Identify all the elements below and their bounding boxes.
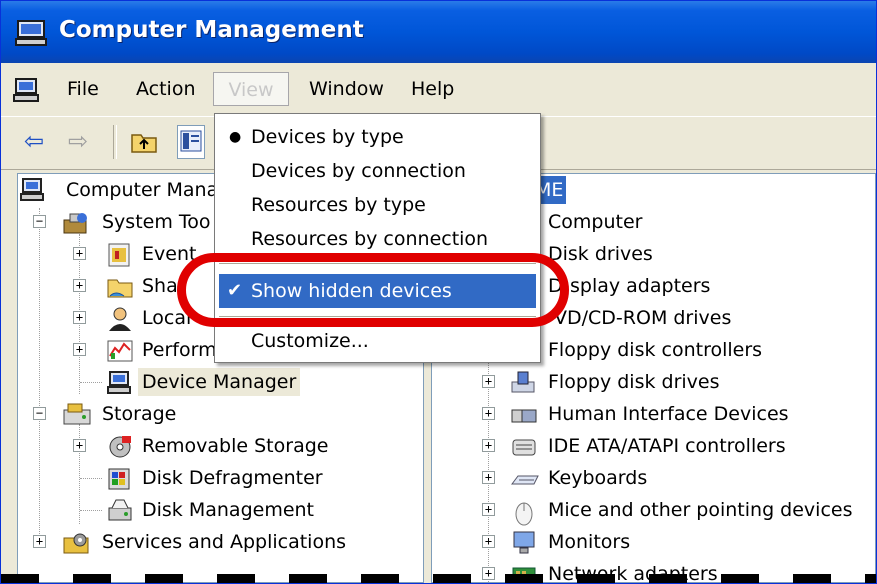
expand-icon[interactable]: + bbox=[482, 439, 495, 452]
tree-connector bbox=[80, 382, 102, 383]
tree-label: Services and Applications bbox=[102, 531, 347, 553]
menu-item-devices-by-connection[interactable]: Devices by connection bbox=[215, 154, 540, 188]
tree-label: splay adapters bbox=[570, 275, 711, 297]
menu-window[interactable]: Window bbox=[297, 72, 396, 106]
toolbar-separator bbox=[113, 125, 117, 159]
tree-label: Disk Management bbox=[142, 499, 315, 521]
mouse-icon bbox=[510, 498, 538, 534]
menu-action[interactable]: Action bbox=[124, 72, 208, 106]
tree-connector bbox=[39, 208, 40, 548]
window-title: Computer Management bbox=[59, 17, 364, 43]
users-icon bbox=[106, 306, 134, 340]
tree-label: System Too bbox=[102, 211, 211, 233]
tree-label: Keyboards bbox=[548, 467, 648, 489]
title-bar[interactable]: Computer Management bbox=[1, 1, 876, 63]
expand-icon[interactable]: + bbox=[73, 311, 86, 324]
expand-icon[interactable]: + bbox=[482, 503, 495, 516]
device-manager-icon bbox=[106, 370, 134, 404]
tree-label: Storage bbox=[102, 403, 177, 425]
expand-icon[interactable]: + bbox=[482, 535, 495, 548]
show-hide-tree-icon[interactable] bbox=[177, 125, 205, 159]
event-viewer-icon bbox=[106, 242, 132, 276]
expand-icon[interactable]: + bbox=[33, 535, 46, 548]
torn-edge-border bbox=[1, 574, 876, 583]
computer-icon bbox=[20, 178, 46, 210]
computer-management-icon bbox=[15, 19, 49, 51]
expand-icon[interactable]: + bbox=[73, 343, 86, 356]
expand-icon[interactable]: + bbox=[73, 279, 86, 292]
tree-label: Mice and other pointing devices bbox=[548, 499, 853, 521]
expand-icon[interactable]: + bbox=[73, 439, 86, 452]
removable-storage-icon bbox=[106, 434, 134, 468]
expand-icon[interactable]: + bbox=[482, 375, 495, 388]
menu-item-label: Customize... bbox=[251, 330, 369, 352]
disk-defragmenter-icon bbox=[106, 466, 134, 500]
menu-item-devices-by-type[interactable]: ● Devices by type bbox=[215, 120, 540, 154]
tree-label: IDE ATA/ATAPI controllers bbox=[548, 435, 786, 457]
computer-management-window: Computer Management File Action View Win… bbox=[0, 0, 877, 584]
tree-label: Monitors bbox=[548, 531, 631, 553]
tree-label: Sha bbox=[142, 275, 178, 297]
tree-label-selected: Device Manager bbox=[138, 368, 301, 396]
tree-connector bbox=[80, 510, 102, 511]
tree-label: Removable Storage bbox=[142, 435, 329, 457]
menu-item-resources-by-type[interactable]: Resources by type bbox=[215, 188, 540, 222]
menu-item-label: Resources by connection bbox=[251, 228, 489, 250]
monitor-icon bbox=[510, 530, 538, 564]
expand-icon[interactable]: + bbox=[482, 407, 495, 420]
disk-management-icon bbox=[106, 498, 134, 532]
tree-label: Human Interface Devices bbox=[548, 403, 789, 425]
storage-icon bbox=[62, 402, 92, 436]
system-menu-icon[interactable] bbox=[13, 77, 41, 107]
tree-label: VD/CD-ROM drives bbox=[554, 307, 732, 329]
tree-label: Computer Manag bbox=[66, 179, 231, 201]
services-icon bbox=[62, 530, 92, 564]
tree-label: Computer bbox=[548, 211, 643, 233]
expand-icon[interactable]: + bbox=[73, 247, 86, 260]
menu-help[interactable]: Help bbox=[399, 72, 466, 106]
menu-item-resources-by-connection[interactable]: Resources by connection bbox=[215, 222, 540, 256]
hid-icon bbox=[510, 402, 538, 436]
up-level-icon[interactable] bbox=[129, 125, 159, 157]
ide-controller-icon bbox=[510, 434, 538, 468]
forward-icon[interactable]: ⇨ bbox=[63, 125, 93, 157]
performance-icon bbox=[106, 338, 134, 372]
bullet-icon: ● bbox=[229, 129, 242, 145]
tree-label: Disk Defragmenter bbox=[142, 467, 323, 489]
menu-item-label: Devices by connection bbox=[251, 160, 466, 182]
tree-connector bbox=[80, 478, 102, 479]
back-icon[interactable]: ⇦ bbox=[19, 125, 49, 157]
menu-file[interactable]: File bbox=[55, 72, 111, 106]
tree-label: Floppy disk drives bbox=[548, 371, 720, 393]
tree-label: Floppy disk controllers bbox=[548, 339, 763, 361]
menu-item-label: Resources by type bbox=[251, 194, 426, 216]
menu-item-label: Devices by type bbox=[251, 126, 404, 148]
menu-bar: File Action View Window Help bbox=[1, 63, 876, 115]
expand-icon[interactable]: + bbox=[482, 471, 495, 484]
collapse-icon[interactable]: − bbox=[33, 407, 46, 420]
menu-item-customize[interactable]: Customize... bbox=[215, 324, 540, 358]
menu-view[interactable]: View bbox=[213, 72, 289, 106]
tree-label: Perform bbox=[142, 339, 217, 361]
shared-folder-icon bbox=[106, 274, 134, 308]
floppy-drive-icon bbox=[510, 370, 538, 404]
tree-label: Disk drives bbox=[548, 243, 653, 265]
system-tools-icon bbox=[62, 210, 90, 244]
keyboard-icon bbox=[510, 466, 540, 500]
red-highlight-annotation bbox=[177, 253, 569, 327]
collapse-icon[interactable]: − bbox=[33, 215, 46, 228]
